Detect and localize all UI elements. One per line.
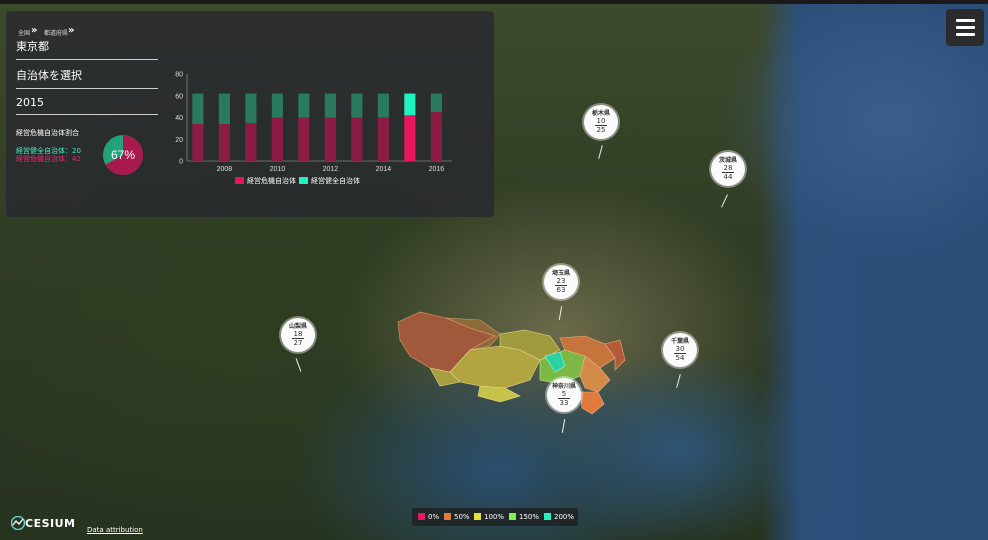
pin-ibaraki[interactable]: 茨城県 28 44 [711, 152, 745, 186]
hamburger-menu-icon[interactable] [946, 9, 984, 46]
bar-healthy [298, 93, 310, 118]
top-border [0, 0, 988, 4]
x-tick-label: 2010 [270, 166, 286, 173]
bar-danger [430, 112, 442, 161]
bar-healthy [245, 93, 257, 123]
ratio-title: 経営危機自治体割合 [16, 129, 79, 137]
bar-danger [324, 117, 336, 161]
bar-healthy [377, 93, 389, 118]
bar-danger [192, 124, 204, 161]
color-legend: 0% 50% 100% 150% 200% [412, 508, 578, 526]
bar-healthy [324, 93, 336, 118]
cesium-logo-text: CESIUM [25, 517, 76, 530]
bar-danger [351, 117, 363, 161]
pin-kanagawa[interactable]: 神奈川県 5 33 [547, 378, 581, 412]
cesium-logo-icon[interactable]: CESIUM [10, 515, 76, 531]
bar-danger [271, 117, 283, 161]
x-tick-label: 2016 [429, 166, 445, 173]
bar-danger [218, 124, 230, 161]
legend-item: 100% [474, 513, 504, 521]
y-tick-label: 20 [175, 137, 183, 144]
breadcrumb-level-2[interactable]: 都道府県 [44, 28, 68, 37]
breadcrumb-separator-icon: » [31, 25, 38, 36]
y-tick-label: 80 [175, 72, 183, 79]
bar-healthy [404, 93, 416, 116]
bar-healthy [192, 93, 204, 125]
x-tick-label: 2012 [323, 166, 339, 173]
legend-swatch-danger [235, 177, 244, 184]
year-select[interactable]: 2015 [16, 96, 158, 115]
municipality-select[interactable]: 自治体を選択 [16, 67, 158, 89]
bar-danger [377, 117, 389, 161]
legend-item: 200% [544, 513, 574, 521]
prefecture-select[interactable]: 東京都 [16, 38, 158, 60]
legend-item: 0% [418, 513, 439, 521]
breadcrumb-level-1[interactable]: 全国 [18, 28, 30, 37]
pin-yamanashi[interactable]: 山梨県 18 27 [281, 318, 315, 352]
legend-item: 150% [509, 513, 539, 521]
bar-healthy [218, 93, 230, 125]
pin-chiba[interactable]: 千葉県 30 54 [663, 333, 697, 367]
legend-item: 50% [444, 513, 470, 521]
y-tick-label: 40 [175, 115, 183, 122]
ratio-percent-label: 67% [111, 148, 135, 162]
y-tick-label: 60 [175, 93, 183, 100]
legend-label-healthy: 経営健全自治体 [311, 176, 360, 185]
cesium-logo-mark [10, 515, 26, 531]
info-panel: 全国 » 都道府県 » 東京都 自治体を選択 2015 経営危機自治体割合 経営… [6, 11, 494, 217]
legend-swatch-healthy [299, 177, 308, 184]
bar-danger [404, 115, 416, 161]
trend-bar-chart: 0 20 40 60 80 2008 2010 2012 2014 2016 経営危機自治体 経営健全… [175, 72, 452, 185]
x-tick-label: 2014 [376, 166, 392, 173]
bar-danger [245, 122, 257, 161]
data-attribution-link[interactable]: Data attribution [87, 526, 143, 534]
danger-count: 経営危機自治体：42 [16, 155, 81, 163]
x-tick-label: 2008 [217, 166, 233, 173]
bar-healthy [430, 93, 442, 113]
bar-healthy [271, 93, 283, 118]
bar-healthy [351, 93, 363, 118]
pin-saitama[interactable]: 埼玉県 23 63 [544, 265, 578, 299]
pin-tochigi[interactable]: 栃木県 10 25 [584, 105, 618, 139]
legend-label-danger: 経営危機自治体 [247, 176, 296, 185]
bar-danger [298, 117, 310, 161]
ratio-donut-chart: 67% [103, 135, 143, 175]
y-tick-label: 0 [179, 159, 183, 166]
breadcrumb-separator-icon: » [68, 25, 75, 36]
